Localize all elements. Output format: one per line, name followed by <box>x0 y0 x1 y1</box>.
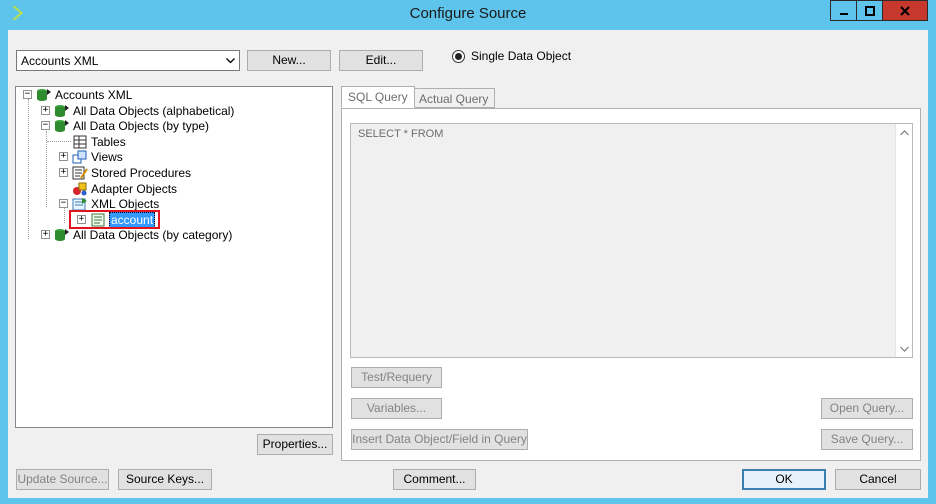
stored-procedure-icon <box>72 166 88 179</box>
maximize-button[interactable] <box>856 0 883 21</box>
chevron-down-icon[interactable] <box>223 53 237 68</box>
expand-icon[interactable]: + <box>41 230 50 239</box>
tree-node-alphabetical[interactable]: All Data Objects (alphabetical) <box>54 103 234 118</box>
collapse-icon[interactable]: − <box>23 90 32 99</box>
adapter-objects-icon <box>73 182 87 195</box>
variables-button[interactable]: Variables... <box>351 398 442 419</box>
sql-query-editor[interactable]: SELECT * FROM <box>350 123 913 358</box>
data-object-tree[interactable]: − Accounts XML + All Data Objects (alpha… <box>15 86 333 428</box>
update-source-button[interactable]: Update Source... <box>16 469 109 490</box>
tree-connector <box>47 141 71 142</box>
ok-button[interactable]: OK <box>742 469 826 490</box>
tree-node-label: Tables <box>91 134 126 149</box>
source-select[interactable]: Accounts XML <box>16 50 240 71</box>
collapse-icon[interactable]: − <box>59 199 68 208</box>
source-select-value: Accounts XML <box>21 54 99 68</box>
tree-connector <box>46 131 47 207</box>
close-button[interactable] <box>882 0 928 21</box>
comment-button[interactable]: Comment... <box>393 469 476 490</box>
cancel-button[interactable]: Cancel <box>835 469 921 490</box>
database-icon <box>55 119 69 132</box>
tree-node-label: Views <box>91 149 123 164</box>
tree-node-root[interactable]: Accounts XML <box>36 87 132 102</box>
views-icon <box>72 150 87 163</box>
edit-button[interactable]: Edit... <box>339 50 423 71</box>
single-data-object-radio[interactable]: Single Data Object <box>452 49 571 63</box>
tree-node-label: Stored Procedures <box>91 165 192 180</box>
close-icon <box>900 5 910 16</box>
minimize-button[interactable] <box>830 0 857 21</box>
table-icon <box>73 135 87 148</box>
xml-objects-icon <box>72 197 87 210</box>
scroll-down-icon[interactable] <box>896 340 912 357</box>
tree-node-label: All Data Objects (by type) <box>73 118 210 133</box>
tree-node-label: All Data Objects (alphabetical) <box>73 103 235 118</box>
minimize-icon <box>839 12 848 15</box>
database-icon <box>37 88 51 101</box>
dialog-window: Configure Source Accounts XML New... Edi… <box>0 0 936 504</box>
tree-node-label: Accounts XML <box>55 87 133 102</box>
tree-node-by-type[interactable]: All Data Objects (by type) <box>54 118 209 133</box>
properties-button[interactable]: Properties... <box>257 434 333 455</box>
tree-node-by-category[interactable]: All Data Objects (by category) <box>54 227 232 242</box>
expand-icon[interactable]: + <box>59 168 68 177</box>
database-icon <box>55 228 69 241</box>
insert-data-object-button[interactable]: Insert Data Object/Field in Query <box>351 429 528 450</box>
expand-icon[interactable]: + <box>41 106 50 115</box>
sql-query-text: SELECT * FROM <box>358 128 444 140</box>
radio-selected-icon <box>452 49 465 63</box>
dialog-client-area: Accounts XML New... Edit... Single Data … <box>8 30 928 498</box>
tree-node-label: Adapter Objects <box>91 181 178 196</box>
title-bar[interactable]: Configure Source <box>0 0 936 28</box>
expand-icon[interactable]: + <box>59 152 68 161</box>
tree-node-xml-objects[interactable]: XML Objects <box>72 196 159 211</box>
tree-node-stored-procedures[interactable]: Stored Procedures <box>72 165 191 180</box>
window-title: Configure Source <box>409 5 527 22</box>
test-requery-button[interactable]: Test/Requery <box>351 367 442 388</box>
tree-node-views[interactable]: Views <box>72 149 123 164</box>
tree-node-label: All Data Objects (by category) <box>73 227 233 242</box>
selection-highlight-box <box>69 210 160 229</box>
tab-actual-query[interactable]: Actual Query <box>412 88 496 108</box>
tree-connector <box>64 207 65 223</box>
save-query-button[interactable]: Save Query... <box>821 429 913 450</box>
vertical-scrollbar[interactable] <box>895 124 912 357</box>
new-button[interactable]: New... <box>247 50 331 71</box>
source-keys-button[interactable]: Source Keys... <box>118 469 212 490</box>
collapse-icon[interactable]: − <box>41 121 50 130</box>
tree-node-label: XML Objects <box>91 196 160 211</box>
tab-sql-query[interactable]: SQL Query <box>341 86 415 108</box>
single-data-object-label: Single Data Object <box>471 49 572 63</box>
tree-node-tables[interactable]: Tables <box>72 134 126 149</box>
open-query-button[interactable]: Open Query... <box>821 398 913 419</box>
maximize-icon <box>864 5 875 16</box>
scroll-up-icon[interactable] <box>896 124 912 141</box>
tree-node-adapter-objects[interactable]: Adapter Objects <box>72 181 177 196</box>
database-icon <box>55 104 69 117</box>
tree-connector <box>28 99 29 239</box>
